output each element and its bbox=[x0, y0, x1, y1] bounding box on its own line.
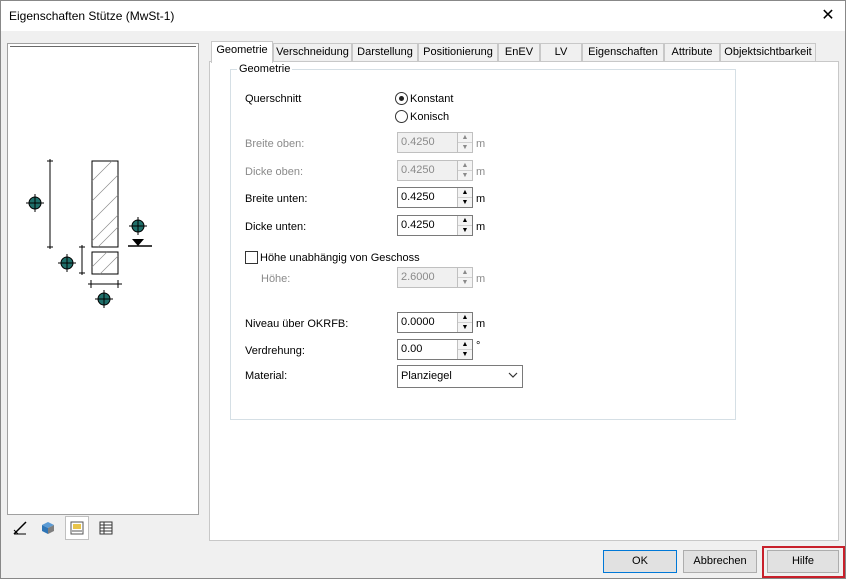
breite-unten-unit: m bbox=[476, 193, 486, 205]
breite-unten-stepper[interactable]: ▲ ▼ bbox=[457, 188, 472, 207]
3d-box-icon[interactable] bbox=[37, 517, 59, 539]
edit-icon[interactable] bbox=[9, 517, 31, 539]
verdrehung-field[interactable]: 0.00 ▲ ▼ bbox=[397, 339, 473, 360]
tab-objektsichtbarkeit[interactable]: Objektsichtbarkeit bbox=[720, 43, 816, 62]
tab-positionierung[interactable]: Positionierung bbox=[418, 43, 498, 62]
hoehe-unabhaengig-label: Höhe unabhängig von Geschoss bbox=[260, 252, 420, 264]
radio-konstant[interactable] bbox=[395, 92, 408, 105]
material-value: Planziegel bbox=[401, 370, 452, 382]
breite-unten-field[interactable]: 0.4250 ▲ ▼ bbox=[397, 187, 473, 208]
hoehe-value: 2.6000 bbox=[401, 271, 435, 283]
dicke-unten-stepper[interactable]: ▲ ▼ bbox=[457, 216, 472, 235]
hoehe-unabhaengig-checkbox[interactable] bbox=[245, 251, 258, 264]
dicke-unten-label: Dicke unten: bbox=[245, 221, 307, 233]
window-title: Eigenschaften Stütze (MwSt-1) bbox=[9, 9, 175, 23]
verdrehung-stepper[interactable]: ▲ ▼ bbox=[457, 340, 472, 359]
properties-dialog: Eigenschaften Stütze (MwSt-1) ✕ Geometri… bbox=[0, 0, 846, 579]
geometrie-group: Geometrie Querschnitt Konstant Konisch B… bbox=[230, 63, 736, 420]
ok-button[interactable]: OK bbox=[603, 550, 677, 573]
tab-enev[interactable]: EnEV bbox=[498, 43, 540, 62]
hoehe-unit: m bbox=[476, 273, 486, 285]
radio-konisch-label: Konisch bbox=[410, 111, 450, 123]
dicke-unten-field[interactable]: 0.4250 ▲ ▼ bbox=[397, 215, 473, 236]
dicke-unten-value[interactable]: 0.4250 bbox=[401, 219, 435, 231]
verdrehung-unit: ° bbox=[476, 340, 481, 352]
verdrehung-label: Verdrehung: bbox=[245, 345, 305, 357]
niveau-label: Niveau über OKRFB: bbox=[245, 318, 349, 330]
plan-view-icon[interactable] bbox=[65, 516, 89, 540]
niveau-field[interactable]: 0.0000 ▲ ▼ bbox=[397, 312, 473, 333]
breite-oben-field: 0.4250 ▲ ▼ bbox=[397, 132, 473, 153]
tab-panel-geometrie: Geometrie Querschnitt Konstant Konisch B… bbox=[209, 61, 839, 541]
querschnitt-label: Querschnitt bbox=[245, 93, 302, 105]
dicke-oben-value: 0.4250 bbox=[401, 164, 435, 176]
radio-konisch[interactable] bbox=[395, 110, 408, 123]
dicke-oben-field: 0.4250 ▲ ▼ bbox=[397, 160, 473, 181]
hoehe-stepper: ▲ ▼ bbox=[457, 268, 472, 287]
verdrehung-value[interactable]: 0.00 bbox=[401, 343, 422, 355]
breite-unten-value[interactable]: 0.4250 bbox=[401, 191, 435, 203]
column-preview bbox=[7, 43, 199, 515]
close-icon[interactable]: ✕ bbox=[817, 5, 839, 27]
breite-oben-label: Breite oben: bbox=[245, 138, 305, 150]
niveau-value[interactable]: 0.0000 bbox=[401, 316, 435, 328]
help-button-highlight bbox=[762, 546, 845, 578]
dicke-oben-unit: m bbox=[476, 166, 486, 178]
material-label: Material: bbox=[245, 370, 288, 382]
tab-verschneidung[interactable]: Verschneidung bbox=[273, 43, 352, 62]
tab-geometrie[interactable]: Geometrie bbox=[211, 41, 273, 63]
chevron-down-icon bbox=[508, 369, 518, 384]
group-legend: Geometrie bbox=[237, 63, 293, 75]
dicke-oben-label: Dicke oben: bbox=[245, 166, 304, 178]
niveau-unit: m bbox=[476, 318, 486, 330]
hoehe-field: 2.6000 ▲ ▼ bbox=[397, 267, 473, 288]
preview-toolbar bbox=[7, 515, 197, 541]
level-triangle bbox=[132, 239, 144, 246]
dicke-unten-unit: m bbox=[476, 221, 486, 233]
title-bar: Eigenschaften Stütze (MwSt-1) ✕ bbox=[1, 1, 845, 31]
breite-oben-stepper: ▲ ▼ bbox=[457, 133, 472, 152]
table-icon[interactable] bbox=[95, 517, 117, 539]
breite-unten-label: Breite unten: bbox=[245, 193, 308, 205]
dicke-oben-stepper: ▲ ▼ bbox=[457, 161, 472, 180]
column-sketch bbox=[26, 159, 152, 308]
tab-eigenschaften[interactable]: Eigenschaften bbox=[582, 43, 664, 62]
radio-konstant-label: Konstant bbox=[410, 93, 454, 105]
preview-canvas bbox=[10, 46, 196, 512]
breite-oben-value: 0.4250 bbox=[401, 136, 435, 148]
cancel-button[interactable]: Abbrechen bbox=[683, 550, 757, 573]
material-select[interactable]: Planziegel bbox=[397, 365, 523, 388]
tab-attribute[interactable]: Attribute bbox=[664, 43, 720, 62]
niveau-stepper[interactable]: ▲ ▼ bbox=[457, 313, 472, 332]
tab-lv[interactable]: LV bbox=[540, 43, 582, 62]
breite-oben-unit: m bbox=[476, 138, 486, 150]
tab-darstellung[interactable]: Darstellung bbox=[352, 43, 418, 62]
hoehe-label: Höhe: bbox=[261, 273, 291, 285]
